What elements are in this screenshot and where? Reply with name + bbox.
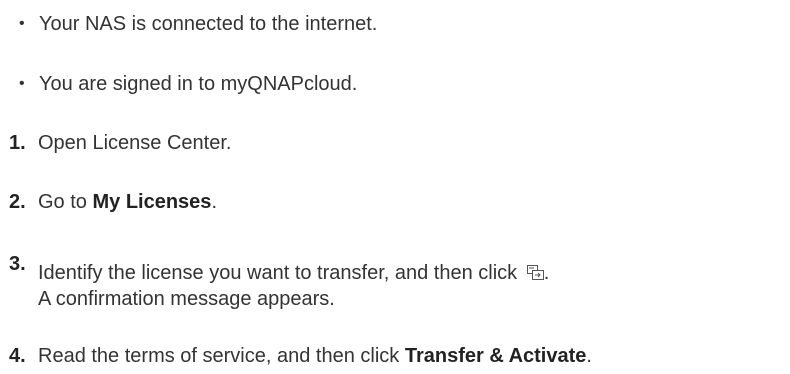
step-text-part: . — [543, 262, 550, 284]
step-result-text: A confirmation message appears. — [38, 288, 335, 310]
step-text: Open License Center. — [38, 132, 232, 154]
step-text: Identify the license you want to transfe… — [38, 261, 549, 285]
step-text: Read the terms of service, and then clic… — [38, 344, 592, 368]
ui-label-transfer-activate: Transfer & Activate — [404, 345, 587, 367]
step-text-part: Read the terms of service, and then clic… — [38, 345, 405, 367]
prerequisite-text: Your NAS is connected to the internet. — [39, 13, 378, 35]
step-number: 4. — [9, 345, 26, 367]
step-text-part: Go to — [38, 191, 93, 213]
step-text-part: Identify the license you want to transfe… — [38, 262, 523, 284]
bullet-icon: • — [19, 15, 25, 32]
prerequisite-text: You are signed in to myQNAPcloud. — [39, 73, 358, 95]
bullet-icon: • — [19, 75, 25, 92]
ui-label-my-licenses: My Licenses — [92, 191, 212, 213]
step-text-part: . — [586, 345, 592, 367]
step-number: 1. — [9, 132, 26, 154]
transfer-license-icon — [526, 265, 544, 280]
step-number: 3. — [9, 253, 26, 275]
step-text-part: . — [211, 191, 217, 213]
step-text: Go to My Licenses. — [38, 190, 217, 214]
step-number: 2. — [9, 191, 26, 213]
